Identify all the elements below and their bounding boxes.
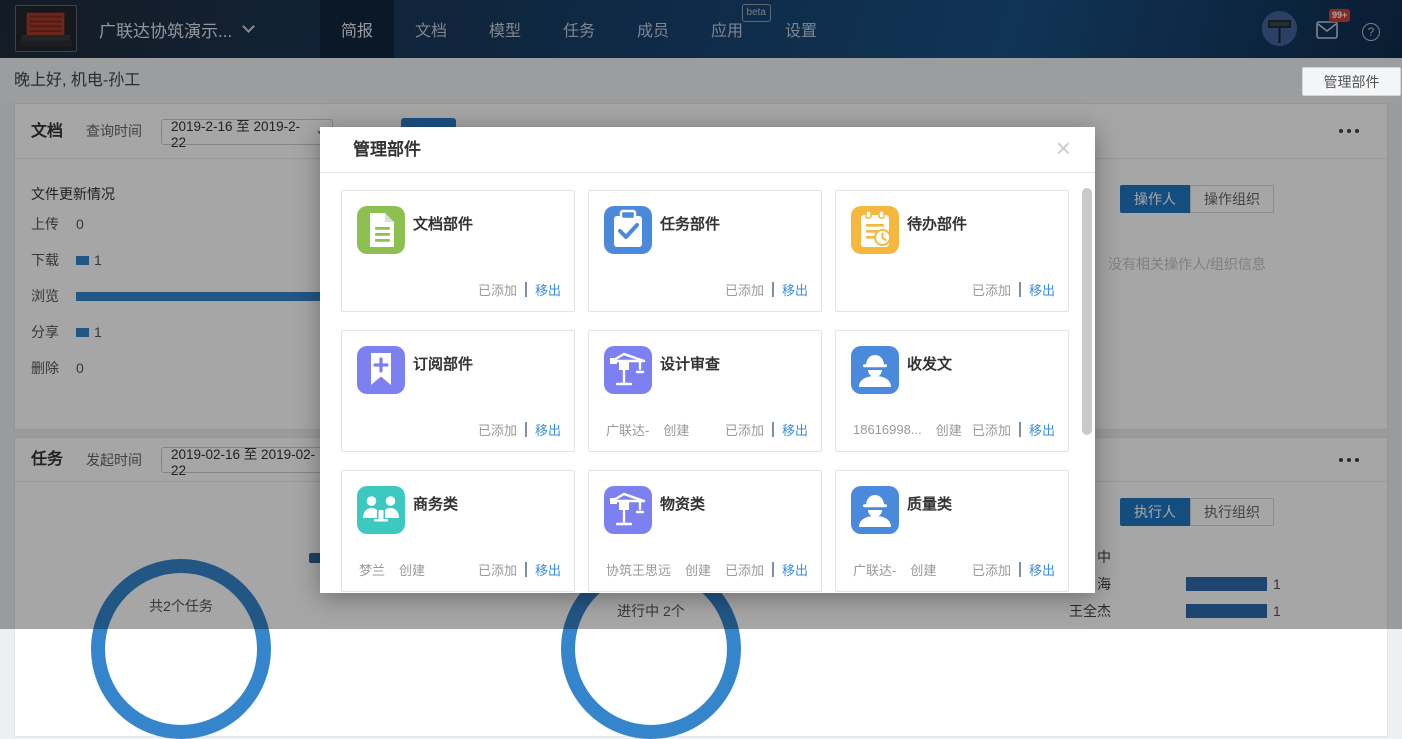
footer-divider	[525, 282, 527, 297]
component-card: 文档部件已添加移出	[341, 190, 575, 312]
remove-link[interactable]: 移出	[1029, 280, 1055, 299]
create-label: 创建	[936, 420, 962, 439]
task-check-icon	[604, 206, 652, 254]
todo-clock-icon	[851, 206, 899, 254]
added-label: 已添加	[478, 280, 517, 299]
remove-link[interactable]: 移出	[535, 560, 561, 579]
worker-icon	[851, 486, 899, 534]
remove-link[interactable]: 移出	[535, 280, 561, 299]
creator-name: 18616998...	[853, 422, 922, 437]
remove-link[interactable]: 移出	[535, 420, 561, 439]
component-card: 任务部件已添加移出	[588, 190, 822, 312]
remove-link[interactable]: 移出	[782, 560, 808, 579]
component-card-footer: 已添加移出	[359, 420, 561, 439]
component-card-title: 任务部件	[660, 213, 720, 234]
component-card-footer: 协筑王思远创建已添加移出	[606, 560, 808, 579]
creator-name: 梦兰	[359, 560, 385, 579]
component-card-footer: 梦兰创建 已添加移出	[359, 560, 561, 579]
footer-divider	[772, 562, 774, 577]
component-card-title: 文档部件	[413, 213, 473, 234]
component-card-title: 待办部件	[907, 213, 967, 234]
added-label: 已添加	[725, 280, 764, 299]
component-card: 商务类梦兰创建 已添加移出	[341, 470, 575, 592]
component-card: 待办部件已添加移出	[835, 190, 1069, 312]
component-card-footer: 已添加移出	[606, 280, 808, 299]
close-icon[interactable]: ×	[1056, 133, 1071, 164]
footer-divider	[772, 422, 774, 437]
component-card-title: 设计审查	[660, 353, 720, 374]
tower-crane-icon	[604, 486, 652, 534]
added-label: 已添加	[478, 560, 517, 579]
component-card-footer: 已添加移出	[853, 280, 1055, 299]
component-card-grid: 文档部件已添加移出任务部件已添加移出待办部件已添加移出订阅部件已添加移出设计审查…	[341, 190, 1069, 592]
component-card-title: 订阅部件	[413, 353, 473, 374]
manage-components-button[interactable]: 管理部件	[1302, 67, 1401, 96]
component-card-footer: 广联达- 创建 已添加移出	[606, 420, 808, 439]
worker-icon	[851, 346, 899, 394]
component-card: 收发文 18616998... 创建已添加移出	[835, 330, 1069, 452]
document-icon	[357, 206, 405, 254]
footer-divider	[1019, 422, 1021, 437]
footer-divider	[772, 282, 774, 297]
bookmark-plus-icon	[357, 346, 405, 394]
footer-divider	[1019, 282, 1021, 297]
component-card: 订阅部件已添加移出	[341, 330, 575, 452]
component-card: 质量类广联达- 创建 已添加移出	[835, 470, 1069, 592]
footer-divider	[1019, 562, 1021, 577]
component-card-footer: 广联达- 创建 已添加移出	[853, 560, 1055, 579]
added-label: 已添加	[725, 560, 764, 579]
footer-divider	[525, 422, 527, 437]
component-card-title: 收发文	[907, 353, 952, 374]
remove-link[interactable]: 移出	[782, 420, 808, 439]
tower-crane-icon	[604, 346, 652, 394]
remove-link[interactable]: 移出	[1029, 560, 1055, 579]
create-label: 创建	[663, 420, 689, 439]
component-card: 设计审查广联达- 创建 已添加移出	[588, 330, 822, 452]
manage-components-modal: 管理部件 × 文档部件已添加移出任务部件已添加移出待办部件已添加移出订阅部件已添…	[320, 127, 1095, 593]
added-label: 已添加	[972, 560, 1011, 579]
modal-title: 管理部件	[353, 127, 421, 173]
create-label: 创建	[399, 560, 425, 579]
added-label: 已添加	[972, 420, 1011, 439]
footer-divider	[525, 562, 527, 577]
create-label: 创建	[910, 560, 936, 579]
creator-name: 广联达-	[606, 420, 649, 439]
component-card-footer: 已添加移出	[359, 280, 561, 299]
creator-name: 广联达-	[853, 560, 896, 579]
modal-scrollbar[interactable]	[1082, 188, 1092, 435]
remove-link[interactable]: 移出	[782, 280, 808, 299]
modal-header: 管理部件 ×	[320, 127, 1095, 173]
remove-link[interactable]: 移出	[1029, 420, 1055, 439]
component-card: 物资类协筑王思远创建已添加移出	[588, 470, 822, 592]
added-label: 已添加	[478, 420, 517, 439]
component-card-footer: 18616998... 创建已添加移出	[853, 420, 1055, 439]
added-label: 已添加	[972, 280, 1011, 299]
component-card-title: 质量类	[907, 493, 952, 514]
meeting-icon	[357, 486, 405, 534]
component-card-title: 物资类	[660, 493, 705, 514]
added-label: 已添加	[725, 420, 764, 439]
creator-name: 协筑王思远	[606, 560, 671, 579]
create-label: 创建	[685, 560, 711, 579]
component-card-title: 商务类	[413, 493, 458, 514]
